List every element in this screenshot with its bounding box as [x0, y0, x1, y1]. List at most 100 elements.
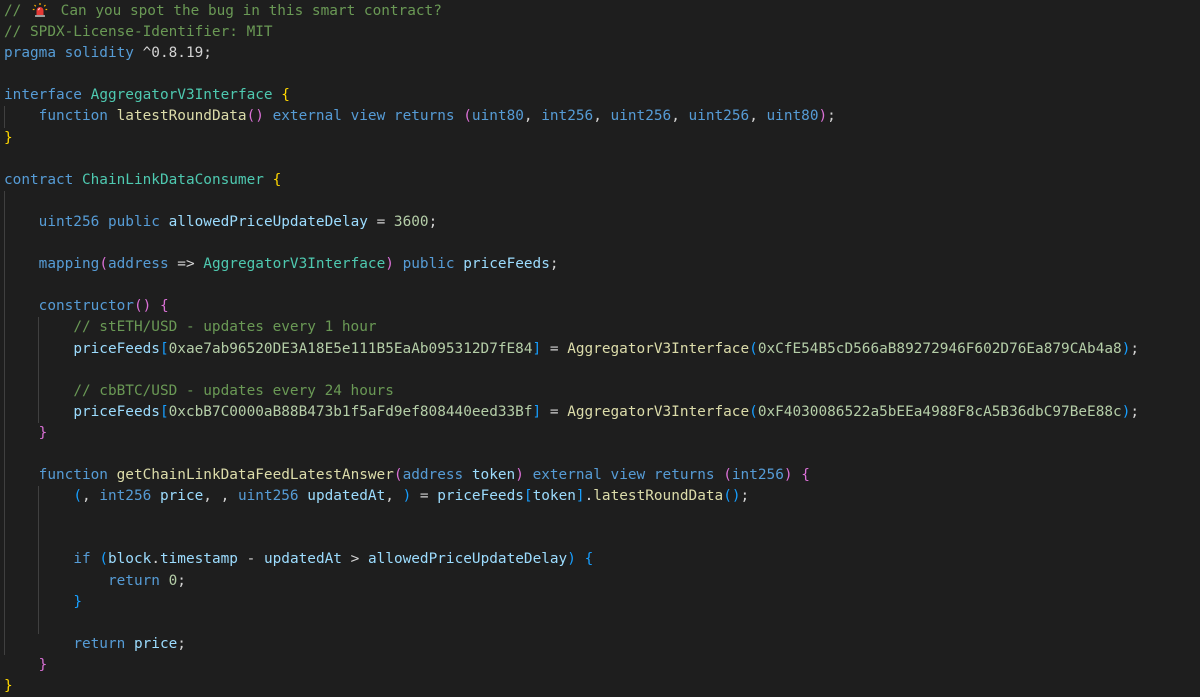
code-line[interactable]: return 0; — [0, 570, 1200, 592]
code-token: updatedAt — [307, 488, 386, 505]
code-token: ] — [532, 403, 542, 420]
code-line[interactable] — [0, 443, 1200, 466]
code-token: > — [341, 551, 368, 568]
code-token: updatedAt — [263, 551, 342, 568]
code-token: external — [272, 108, 342, 125]
code-line[interactable]: priceFeeds[0xcbB7C0000aB88B473b1f5aFd9ef… — [0, 401, 1200, 423]
code-token: if — [73, 551, 91, 568]
code-token: ) — [515, 467, 524, 484]
code-token: ; — [177, 572, 186, 589]
code-token: uint256 — [688, 108, 750, 125]
code-token: . — [151, 551, 160, 568]
indent-guide — [4, 106, 5, 128]
indent-guide — [4, 486, 5, 508]
code-line[interactable]: contract ChainLinkDataConsumer { — [0, 170, 1200, 191]
code-token: , — [593, 108, 611, 125]
code-line[interactable]: uint256 public allowedPriceUpdateDelay =… — [0, 211, 1200, 234]
code-line[interactable]: priceFeeds[0xae7ab96520DE3A18E5e111B5EaA… — [0, 338, 1200, 360]
indent-guide — [4, 633, 5, 655]
code-line[interactable]: } — [0, 655, 1200, 676]
code-line[interactable]: // SPDX-License-Identifier: MIT — [0, 22, 1200, 43]
indent-guide — [4, 570, 5, 592]
code-token: ; — [177, 635, 186, 652]
code-token: external — [532, 467, 602, 484]
code-line[interactable] — [0, 612, 1200, 634]
indent-guide — [4, 211, 5, 234]
code-line[interactable]: constructor() { — [0, 296, 1200, 318]
code-token: mapping — [38, 256, 100, 273]
code-token: view — [350, 108, 386, 125]
code-line[interactable]: } — [0, 676, 1200, 697]
code-token: ) — [402, 488, 412, 505]
code-token: = — [541, 403, 568, 420]
indent-guide — [38, 549, 39, 571]
code-token: , , — [203, 488, 238, 505]
code-token: priceFeeds — [437, 488, 524, 505]
code-line[interactable]: return price; — [0, 633, 1200, 655]
code-token: , — [671, 108, 689, 125]
code-token: pragma — [4, 45, 56, 62]
code-token: ( — [723, 467, 732, 484]
code-line[interactable] — [0, 359, 1200, 381]
code-token: AggregatorV3Interface — [90, 87, 273, 104]
code-line[interactable] — [0, 64, 1200, 85]
code-line[interactable]: // Can you spot the bug in this smart co… — [0, 1, 1200, 22]
indent-guide — [4, 443, 5, 466]
code-token: ( — [99, 551, 108, 568]
indent-guide — [4, 422, 5, 444]
code-editor[interactable]: // Can you spot the bug in this smart co… — [0, 0, 1200, 694]
indent-guide — [38, 338, 39, 360]
code-line[interactable] — [0, 149, 1200, 170]
code-line[interactable]: // cbBTC/USD - updates every 24 hours — [0, 380, 1200, 402]
indent-guide — [38, 401, 39, 423]
code-token: } — [4, 678, 13, 694]
code-token: address — [402, 467, 464, 484]
code-line[interactable] — [0, 190, 1200, 212]
code-token: { — [272, 171, 282, 188]
code-token: solidity — [64, 45, 134, 62]
code-line[interactable] — [0, 275, 1200, 297]
code-line[interactable]: // stETH/USD - updates every 1 hour — [0, 317, 1200, 339]
code-token: ( — [749, 403, 758, 420]
code-line[interactable] — [0, 528, 1200, 550]
code-token: address — [107, 256, 169, 273]
code-token: () — [133, 298, 152, 315]
code-token: { — [281, 87, 290, 104]
code-line[interactable]: } — [0, 128, 1200, 149]
indent-guide — [4, 317, 5, 339]
code-line[interactable]: (, int256 price, , uint256 updatedAt, ) … — [0, 486, 1200, 508]
indent-guide — [38, 570, 39, 592]
code-line[interactable]: function latestRoundData() external view… — [0, 106, 1200, 128]
code-token: ] — [532, 340, 542, 357]
code-token: // SPDX-License-Identifier: MIT — [4, 24, 273, 41]
code-token: { — [801, 467, 810, 484]
code-token: () — [723, 488, 741, 505]
code-line[interactable]: if (block.timestamp - updatedAt > allowe… — [0, 549, 1200, 571]
code-token: , — [523, 108, 542, 125]
code-line[interactable] — [0, 507, 1200, 529]
code-line[interactable]: pragma solidity ^0.8.19; — [0, 43, 1200, 64]
code-line[interactable] — [0, 233, 1200, 255]
code-line[interactable]: function getChainLinkDataFeedLatestAnswe… — [0, 465, 1200, 487]
code-token: Can you spot the bug in this smart contr… — [52, 3, 442, 19]
code-line[interactable]: } — [0, 591, 1200, 613]
indent-guide — [38, 612, 39, 634]
code-token: uint80 — [766, 108, 819, 125]
code-token: contract — [4, 171, 74, 188]
code-token: token — [471, 467, 516, 484]
code-line[interactable]: } — [0, 422, 1200, 444]
code-token: ; — [740, 488, 750, 505]
code-token: ) — [385, 256, 394, 273]
code-line[interactable]: mapping(address => AggregatorV3Interface… — [0, 254, 1200, 276]
code-line[interactable]: interface AggregatorV3Interface { — [0, 85, 1200, 106]
